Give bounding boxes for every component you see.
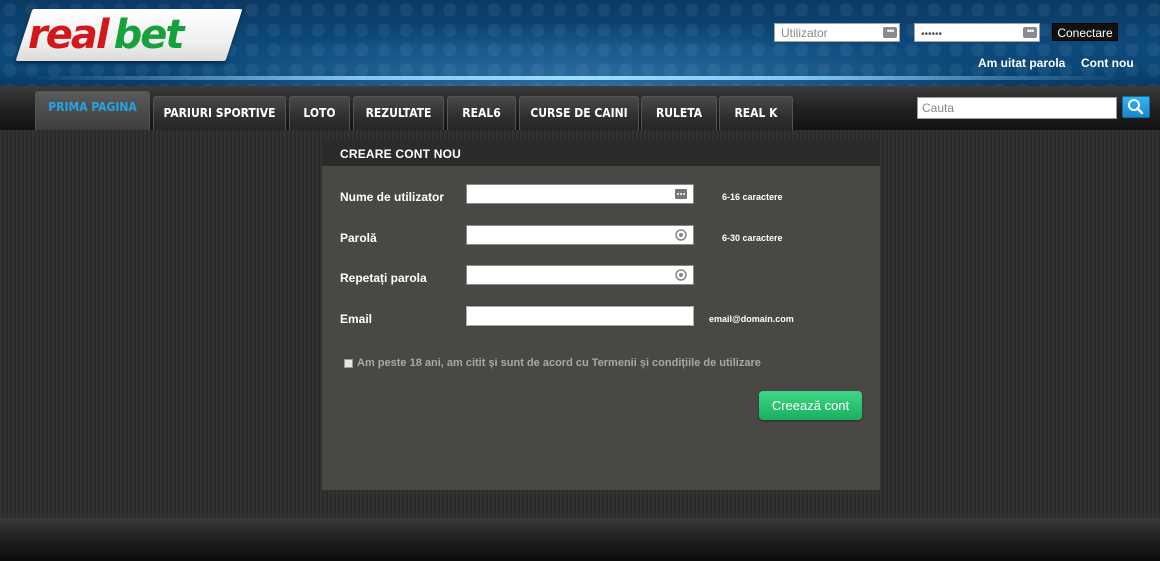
autofill-key-icon[interactable]: ••• bbox=[1023, 27, 1037, 38]
tab-rezultate[interactable]: REZULTATE bbox=[353, 96, 444, 130]
repeat-password-label: Repetați parola bbox=[340, 271, 427, 285]
email-label: Email bbox=[340, 312, 373, 326]
username-hint: 6-16 caractere bbox=[722, 192, 783, 202]
tab-loto[interactable]: LOTO bbox=[289, 96, 350, 130]
main-content: CREARE CONT NOU Nume de utilizator 6-16 … bbox=[0, 130, 1160, 518]
search-input[interactable]: Cauta bbox=[917, 97, 1117, 119]
autofill-key-icon[interactable] bbox=[675, 188, 687, 200]
logo-real-text: real bbox=[28, 12, 110, 58]
username-login-input[interactable]: Utilizator ••• bbox=[774, 23, 900, 42]
main-nav: PRIMA PAGINA PARIURI SPORTIVE LOTO REZUL… bbox=[0, 86, 1160, 130]
tab-ruleta[interactable]: RULETA bbox=[641, 96, 717, 130]
password-login-input[interactable]: •••••• ••• bbox=[914, 23, 1040, 42]
username-field[interactable] bbox=[466, 184, 694, 204]
password-hint: 6-30 caractere bbox=[722, 233, 783, 243]
site-header: real bet Utilizator ••• •••••• ••• Conect… bbox=[0, 0, 1160, 86]
tab-pariuri-sportive[interactable]: PARIURI SPORTIVE bbox=[153, 96, 286, 130]
tab-real6[interactable]: REAL6 bbox=[447, 96, 516, 130]
search-button[interactable] bbox=[1122, 96, 1150, 118]
password-login-value: •••••• bbox=[921, 29, 943, 40]
panel-header: CREARE CONT NOU bbox=[322, 140, 880, 166]
connect-button[interactable]: Conectare bbox=[1052, 23, 1118, 41]
search-placeholder: Cauta bbox=[922, 101, 955, 115]
tab-prima-pagina[interactable]: PRIMA PAGINA bbox=[35, 91, 150, 130]
panel-title: CREARE CONT NOU bbox=[340, 147, 462, 161]
site-footer bbox=[0, 518, 1160, 561]
email-field[interactable] bbox=[466, 306, 694, 326]
username-login-placeholder: Utilizator bbox=[781, 26, 828, 40]
password-label: Parolă bbox=[340, 231, 377, 245]
create-account-panel: CREARE CONT NOU Nume de utilizator 6-16 … bbox=[322, 140, 880, 490]
site-logo[interactable]: real bet bbox=[28, 12, 228, 58]
terms-checkbox[interactable] bbox=[344, 359, 353, 368]
tab-real-k[interactable]: REAL K bbox=[719, 96, 793, 130]
email-hint: email@domain.com bbox=[709, 314, 794, 324]
new-account-link[interactable]: Cont nou bbox=[1081, 56, 1134, 70]
terms-label: Am peste 18 ani, am citit și sunt de aco… bbox=[357, 357, 761, 369]
tab-curse-de-caini[interactable]: CURSE DE CAINI bbox=[519, 96, 639, 130]
forgot-password-link[interactable]: Am uitat parola bbox=[978, 56, 1065, 70]
username-label: Nume de utilizator bbox=[340, 190, 445, 204]
search-icon bbox=[1128, 99, 1144, 115]
create-account-button[interactable]: Creează cont bbox=[759, 391, 862, 420]
password-field[interactable] bbox=[466, 225, 694, 245]
logo-bet-text: bet bbox=[113, 12, 185, 58]
password-manager-icon[interactable] bbox=[675, 229, 687, 241]
autofill-key-icon[interactable]: ••• bbox=[883, 27, 897, 38]
header-glow bbox=[30, 76, 1130, 80]
password-manager-icon[interactable] bbox=[675, 269, 687, 281]
repeat-password-field[interactable] bbox=[466, 265, 694, 285]
